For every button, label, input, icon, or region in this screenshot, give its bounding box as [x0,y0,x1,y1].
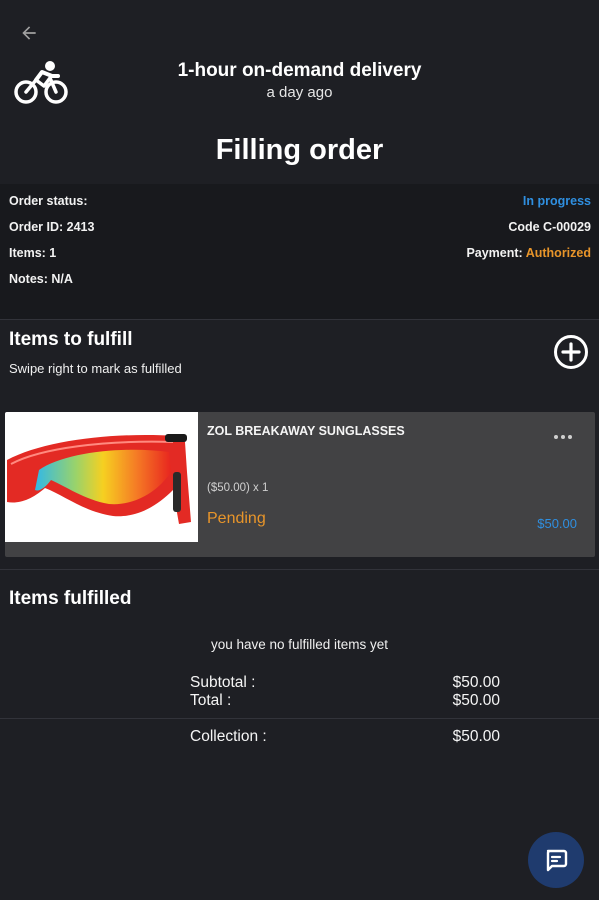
page-title: Filling order [215,134,384,166]
product-image [5,412,198,542]
item-price: $50.00 [537,516,577,531]
total-label: Total : [190,692,232,709]
order-status-value: In progress [522,194,591,208]
order-info-panel: Order status: In progress Order ID: 2413… [0,184,599,319]
header-title: 1-hour on-demand delivery [177,60,422,81]
add-item-button[interactable] [553,334,589,370]
items-fulfilled-title: Items fulfilled [9,588,132,609]
swipe-hint: Swipe right to mark as fulfilled [9,361,182,376]
divider [0,569,599,570]
payment-value: Authorized [525,246,591,260]
subtotal-value: $50.00 [452,674,500,691]
header-subtitle: a day ago [266,84,333,101]
order-status-label: Order status: [9,194,88,208]
total-row: Total : $50.00 [190,692,500,710]
order-item-card[interactable]: ZOL BREAKAWAY SUNGLASSES ($50.00) x 1 Pe… [5,412,595,557]
collection-row: Collection : $50.00 [190,728,500,746]
item-name: ZOL BREAKAWAY SUNGLASSES [207,424,405,438]
divider [0,718,599,719]
order-code: Code C-00029 [508,220,591,234]
subtotal-label: Subtotal : [190,674,256,691]
empty-fulfilled-message: you have no fulfilled items yet [210,637,389,652]
more-horizontal-icon[interactable] [551,432,575,442]
subtotal-row: Subtotal : $50.00 [190,674,500,692]
order-items-count: Items: 1 [9,246,57,260]
items-to-fulfill-title: Items to fulfill [9,329,133,350]
chat-button[interactable] [528,832,584,888]
plus-circle-icon [554,335,588,369]
payment-status: Payment: Authorized [466,246,591,260]
order-notes: Notes: N/A [9,272,73,286]
item-status: Pending [207,510,266,527]
chat-bubble-icon [546,849,568,872]
item-quantity: ($50.00) x 1 [207,482,269,494]
total-value: $50.00 [452,692,500,709]
header: 1-hour on-demand delivery a day ago [0,60,599,101]
divider [0,319,599,320]
back-button[interactable] [14,18,44,48]
collection-value: $50.00 [452,728,500,745]
order-id: Order ID: 2413 [9,220,95,234]
collection-label: Collection : [190,728,267,745]
payment-label: Payment: [466,246,526,260]
arrow-left-icon [22,26,36,40]
